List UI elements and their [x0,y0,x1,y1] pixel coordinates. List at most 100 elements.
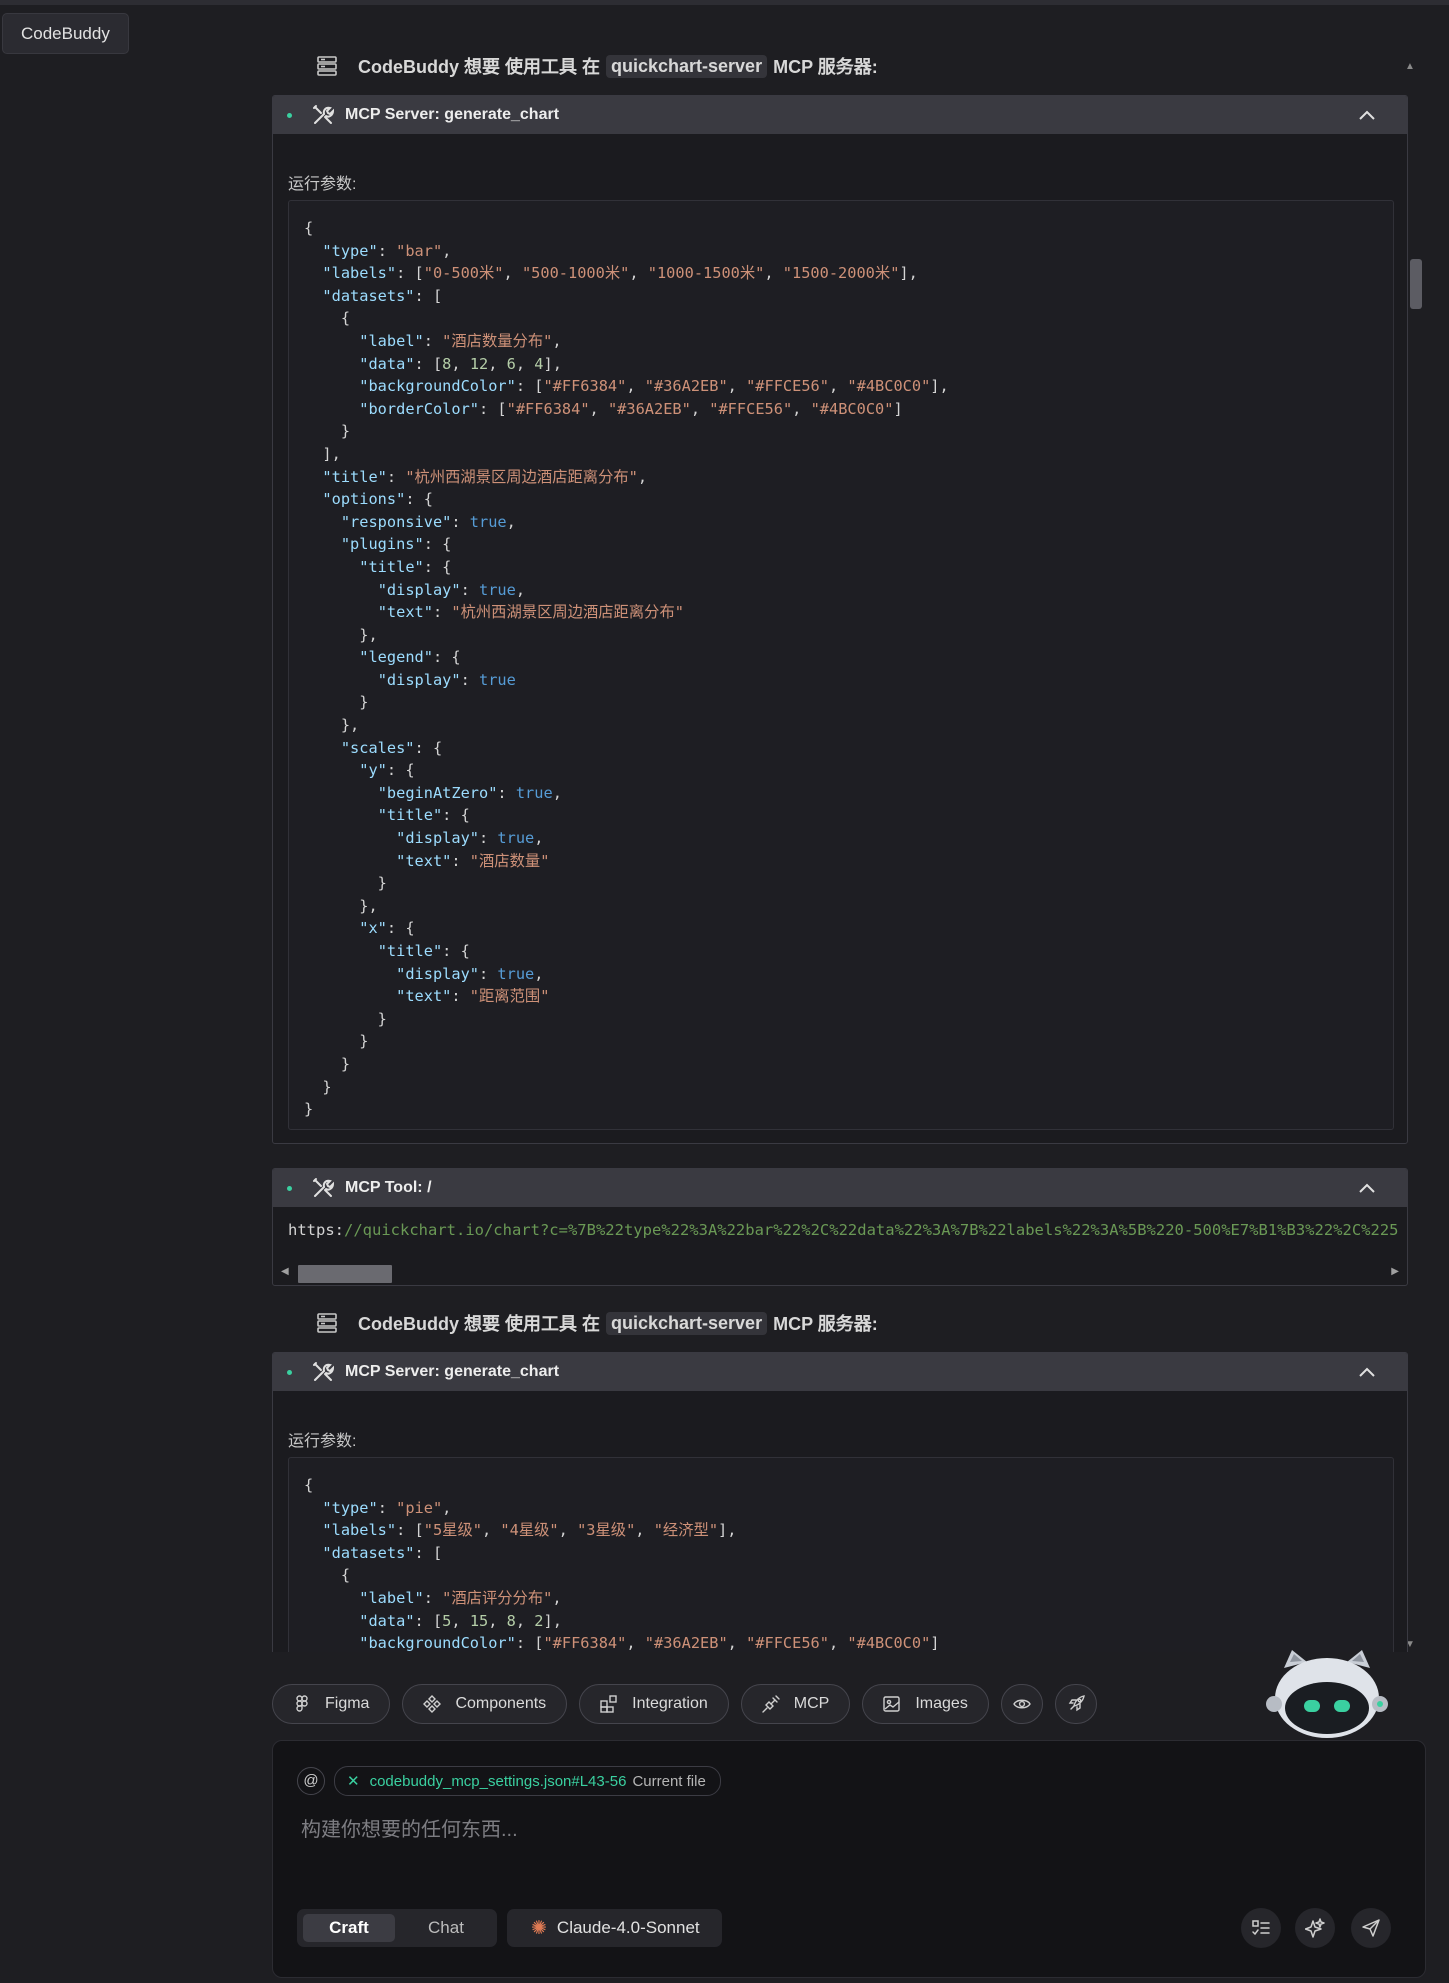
window-top-bar [0,0,1449,5]
code-token: } [304,1009,387,1028]
url-rest: //quickchart.io/chart?c=%7B%22type%22%3A… [344,1221,1398,1239]
context-file-chip[interactable]: ✕ codebuddy_mcp_settings.json#L43-56 Cur… [334,1766,721,1796]
figma-icon [296,1695,308,1712]
mcp-server-panel: MCP Server: generate_chart 运行参数: { "type… [272,1352,1408,1652]
code-token: : [ [414,354,443,373]
panel-header[interactable]: MCP Server: generate_chart [273,96,1407,134]
mode-craft-button[interactable]: Craft [303,1914,395,1942]
code-token: , [727,1634,747,1652]
collapse-chevron-icon[interactable] [1359,1367,1375,1377]
code-token: "#FFCE56" [746,377,829,396]
mode-chat-button[interactable]: Chat [401,1914,491,1942]
code-token: "display" [396,964,479,983]
code-token: "title" [377,942,443,960]
code-token: 4 [534,354,544,373]
panel-header[interactable]: MCP Tool: / [273,1169,1407,1207]
code-token: "#FF6384" [543,377,627,396]
prompt-input[interactable] [299,1809,1393,1851]
code-token: "#4BC0C0" [847,1634,931,1652]
code-token: "pie" [396,1498,443,1517]
enhance-prompt-button[interactable] [1295,1908,1335,1948]
code-token: : [451,851,470,870]
chip-label: MCP [793,1695,830,1712]
scroll-right-arrow-icon[interactable]: ▶ [1391,1266,1399,1277]
code-token: "responsive" [340,512,452,531]
task-list-button[interactable] [1241,1908,1281,1948]
params-label: 运行参数: [288,176,357,193]
preview-button[interactable] [1000,1684,1043,1724]
code-block[interactable]: { "type": "bar", "labels": ["0-500米", "5… [288,200,1394,1130]
figma-button[interactable]: Figma [272,1684,391,1724]
attachment-toolbar: Figma Components Integration MCP Images [272,1684,1097,1724]
code-token: "经济型" [653,1521,719,1540]
send-button[interactable] [1351,1908,1391,1948]
conversation-scroll-area[interactable]: ▲ ▼ CodeBuddy 想要 使用工具 在 quickchart-serve… [0,40,1449,1652]
components-icon [423,1695,442,1713]
result-url[interactable]: https://quickchart.io/chart?c=%7B%22type… [288,1221,1398,1239]
server-name-badge: quickchart-server [606,1311,768,1335]
mcp-button[interactable]: MCP [740,1684,851,1724]
code-token: , [552,1588,562,1607]
horizontal-scrollbar-thumb[interactable] [298,1265,392,1283]
code-token: "500-1000米" [521,264,630,283]
collapse-chevron-icon[interactable] [1359,110,1375,120]
code-token: "data" [359,1611,415,1630]
scroll-up-arrow-icon[interactable]: ▲ [1405,61,1415,72]
code-token: "title" [377,806,443,825]
code-token: "#4BC0C0" [810,399,894,418]
status-dot [287,1369,292,1375]
panel-title: MCP Tool: / [345,1179,432,1196]
code-token: : { [442,942,470,960]
code-token: , [637,467,648,486]
model-selector[interactable]: ✺ Claude-4.0-Sonnet [507,1909,722,1947]
code-token: "杭州西湖景区周边酒店距离分布" [451,603,684,622]
code-token: 8 [506,1611,516,1630]
integration-button[interactable]: Integration [579,1684,729,1724]
tools-icon [313,1178,335,1197]
horizontal-scrollbar[interactable]: ◀ ▶ [273,1261,1407,1283]
code-token: "酒店数量分布" [442,331,553,350]
images-button[interactable]: Images [862,1684,989,1724]
code-token: 12 [469,354,489,373]
scroll-left-arrow-icon[interactable]: ◀ [281,1266,289,1277]
code-token: "0-500米" [423,264,504,283]
code-token: ] [893,399,903,418]
code-token: "labels" [322,1521,397,1540]
mention-button[interactable]: @ [297,1767,325,1795]
code-token: "legend" [359,648,433,667]
code-token: "display" [377,670,461,689]
collapse-chevron-icon[interactable] [1359,1183,1375,1193]
context-file-name: codebuddy_mcp_settings.json#L43-56 [369,1772,627,1790]
code-token: true [479,580,516,599]
components-button[interactable]: Components [402,1684,568,1724]
code-token: true [497,829,535,848]
code-token: , [764,264,783,283]
code-token: "#36A2EB" [644,377,728,396]
mcp-plug-icon [762,1695,780,1713]
code-token: : { [386,919,415,938]
code-token: "datasets" [322,286,415,305]
code-token: true [469,512,507,531]
model-name: Claude-4.0-Sonnet [556,1918,700,1937]
vertical-scrollbar-thumb[interactable] [1410,259,1422,309]
code-token: : [ [396,1521,424,1540]
code-token: "type" [322,1498,378,1517]
remove-file-icon[interactable]: ✕ [347,1772,360,1790]
code-token: ], [543,354,562,373]
code-token: "text" [377,603,433,622]
code-token: "#FFCE56" [709,399,793,418]
server-icon [317,1313,337,1333]
mcp-tool-panel: MCP Tool: / https://quickchart.io/chart?… [272,1168,1408,1286]
panel-header[interactable]: MCP Server: generate_chart [273,1353,1407,1391]
code-token: "labels" [322,264,397,283]
code-token: , [481,1521,501,1540]
code-block[interactable]: { "type": "pie", "labels": ["5星级", "4星级"… [288,1457,1394,1652]
deploy-button[interactable] [1054,1684,1097,1724]
code-token: , [451,354,470,373]
